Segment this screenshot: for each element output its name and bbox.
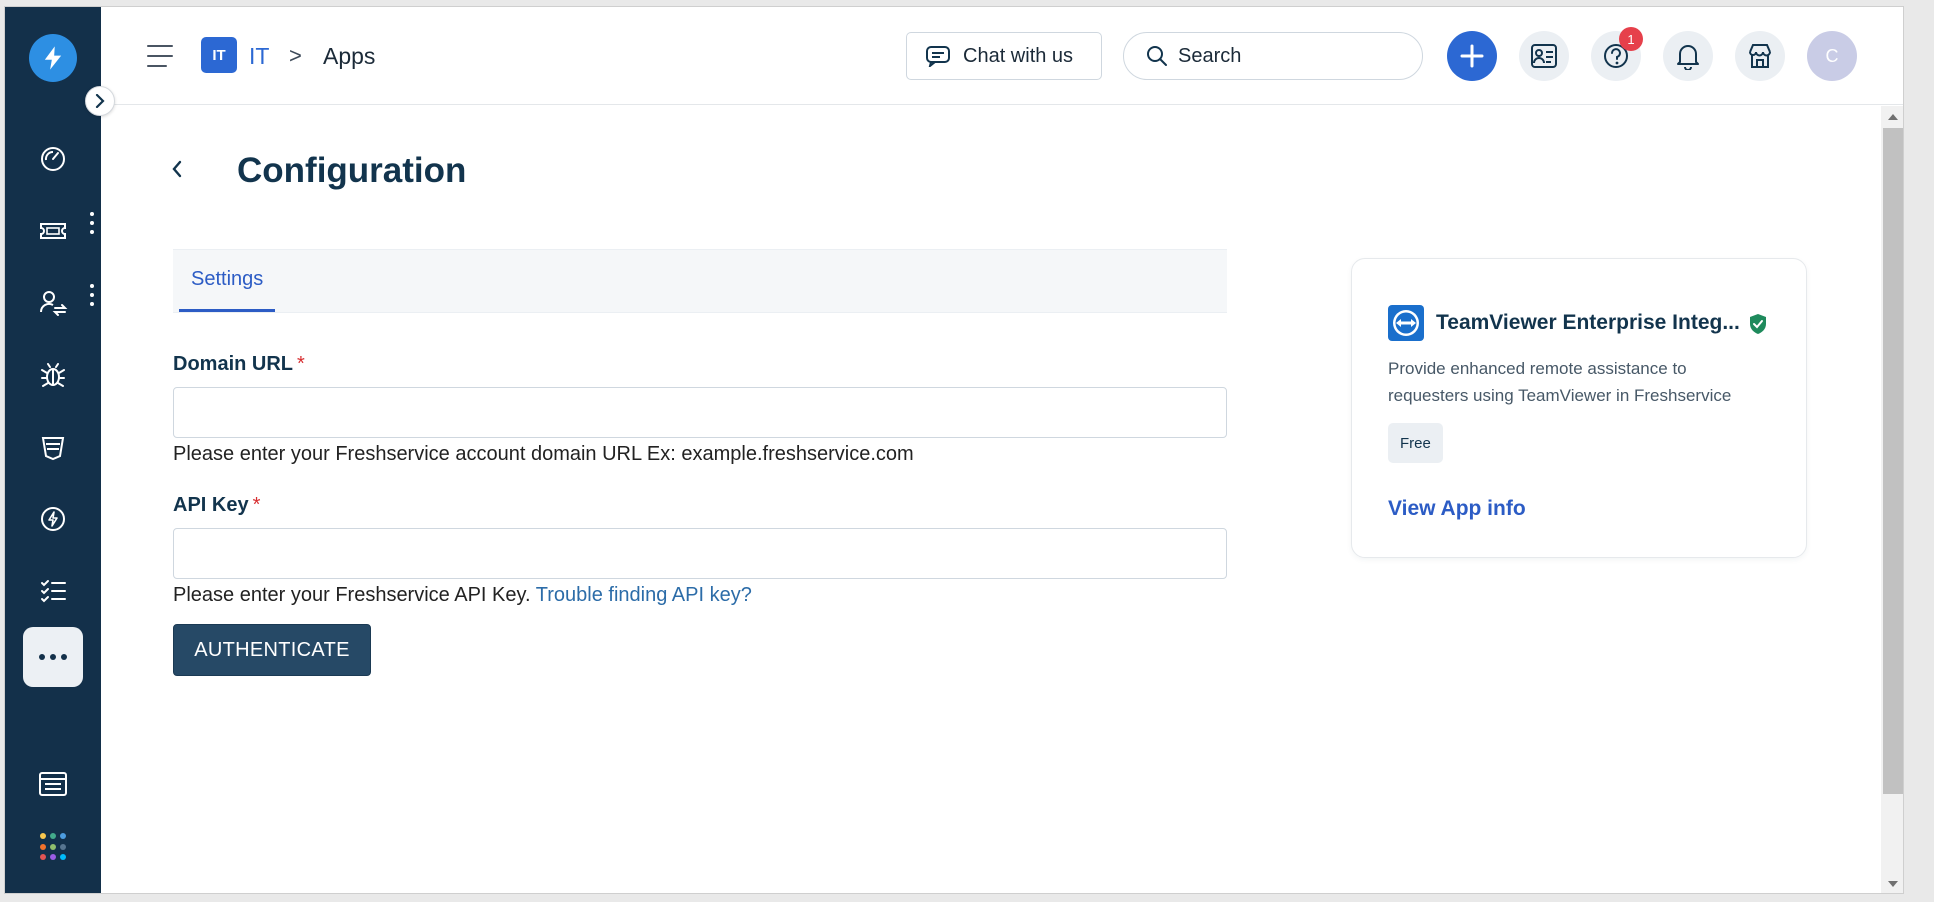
lightning-icon: [44, 46, 62, 70]
sidebar-item-problems[interactable]: [5, 345, 101, 405]
assets-icon: [41, 437, 65, 461]
search-icon: [1147, 46, 1167, 66]
tab-bar: Settings: [173, 249, 1227, 313]
help-button[interactable]: 1: [1591, 27, 1643, 81]
main-content: Configuration Settings Domain URL * Pleas…: [101, 106, 1881, 893]
tab-settings[interactable]: Settings: [179, 250, 276, 312]
menu-icon[interactable]: [147, 45, 173, 67]
bug-icon: [41, 363, 65, 387]
api-key-help: Please enter your Freshservice API Key. …: [173, 584, 752, 607]
back-button[interactable]: [165, 154, 189, 184]
bell-icon: [1677, 45, 1699, 70]
app-window: IT IT > Apps Chat with us 1 C: [4, 6, 1904, 894]
sidebar: [5, 7, 101, 893]
contact-card-icon: [1531, 44, 1557, 68]
vertical-scrollbar[interactable]: [1881, 106, 1903, 893]
changes-more-icon[interactable]: [89, 284, 95, 306]
sidebar-item-tasks[interactable]: [5, 561, 101, 621]
app-description: Provide enhanced remote assistance to re…: [1388, 359, 1732, 405]
authenticate-button[interactable]: AUTHENTICATE: [173, 624, 371, 676]
scroll-up-arrow-icon[interactable]: [1888, 114, 1898, 120]
expand-sidebar-button[interactable]: [85, 86, 115, 116]
tickets-icon: [40, 223, 66, 239]
domain-url-input[interactable]: [173, 387, 1227, 438]
help-notification-badge: 1: [1619, 27, 1643, 51]
scroll-thumb[interactable]: [1883, 128, 1903, 794]
notifications-button[interactable]: [1663, 31, 1713, 81]
api-key-label: API Key *: [173, 494, 260, 517]
page-title: Configuration: [237, 151, 467, 190]
workspace-badge[interactable]: IT: [201, 37, 237, 73]
required-marker: *: [297, 353, 305, 375]
agent-status-button[interactable]: [1519, 31, 1569, 81]
sidebar-item-more[interactable]: [23, 627, 83, 687]
sidebar-item-dashboard[interactable]: [5, 129, 101, 189]
view-app-info-link[interactable]: View App info: [1388, 497, 1526, 521]
apps-grid-icon[interactable]: [40, 833, 68, 861]
dashboard-icon: [41, 147, 65, 171]
api-key-label-text: API Key: [173, 494, 249, 516]
sidebar-item-tickets[interactable]: [5, 201, 101, 261]
freshservice-logo[interactable]: [29, 34, 77, 82]
api-key-help-link[interactable]: Trouble finding API key?: [536, 584, 752, 606]
marketplace-button[interactable]: [1735, 31, 1785, 81]
breadcrumb-current: Apps: [323, 43, 376, 69]
sidebar-item-releases[interactable]: [5, 489, 101, 549]
tickets-more-icon[interactable]: [89, 212, 95, 234]
app-name: TeamViewer Enterprise Integ...: [1436, 311, 1740, 334]
app-info-card: TeamViewer Enterprise Integ... Provide e…: [1351, 258, 1807, 558]
sidebar-item-changes[interactable]: [5, 273, 101, 333]
chat-with-us-button[interactable]: Chat with us: [906, 32, 1102, 80]
teamviewer-logo-icon: [1388, 305, 1424, 341]
chat-label: Chat with us: [963, 44, 1074, 67]
search-box[interactable]: [1123, 32, 1423, 80]
search-input[interactable]: [1178, 44, 1398, 68]
chat-icon: [926, 46, 950, 67]
chevron-right-icon: [95, 94, 105, 108]
user-avatar[interactable]: C: [1807, 31, 1857, 81]
domain-url-label: Domain URL *: [173, 353, 305, 376]
service-catalog-icon: [39, 772, 67, 796]
verified-shield-icon: [1750, 314, 1766, 334]
sidebar-item-assets[interactable]: [5, 417, 101, 477]
top-header: IT IT > Apps Chat with us 1 C: [101, 7, 1903, 105]
domain-url-help: Please enter your Freshservice account d…: [173, 443, 914, 465]
sidebar-item-service-catalog[interactable]: [5, 754, 101, 814]
plus-icon: [1460, 44, 1484, 68]
tasks-icon: [41, 580, 66, 603]
changes-icon: [39, 291, 68, 316]
scroll-down-arrow-icon[interactable]: [1888, 881, 1898, 887]
store-icon: [1749, 44, 1771, 68]
breadcrumb-separator: >: [289, 43, 302, 68]
api-key-help-text: Please enter your Freshservice API Key.: [173, 584, 531, 606]
api-key-input[interactable]: [173, 528, 1227, 579]
required-marker: *: [252, 494, 261, 516]
price-badge: Free: [1388, 423, 1443, 463]
releases-icon: [41, 507, 65, 531]
chevron-left-icon: [172, 160, 182, 178]
new-item-button[interactable]: [1447, 31, 1497, 81]
domain-url-label-text: Domain URL: [173, 353, 293, 375]
breadcrumb-workspace[interactable]: IT: [249, 43, 269, 70]
